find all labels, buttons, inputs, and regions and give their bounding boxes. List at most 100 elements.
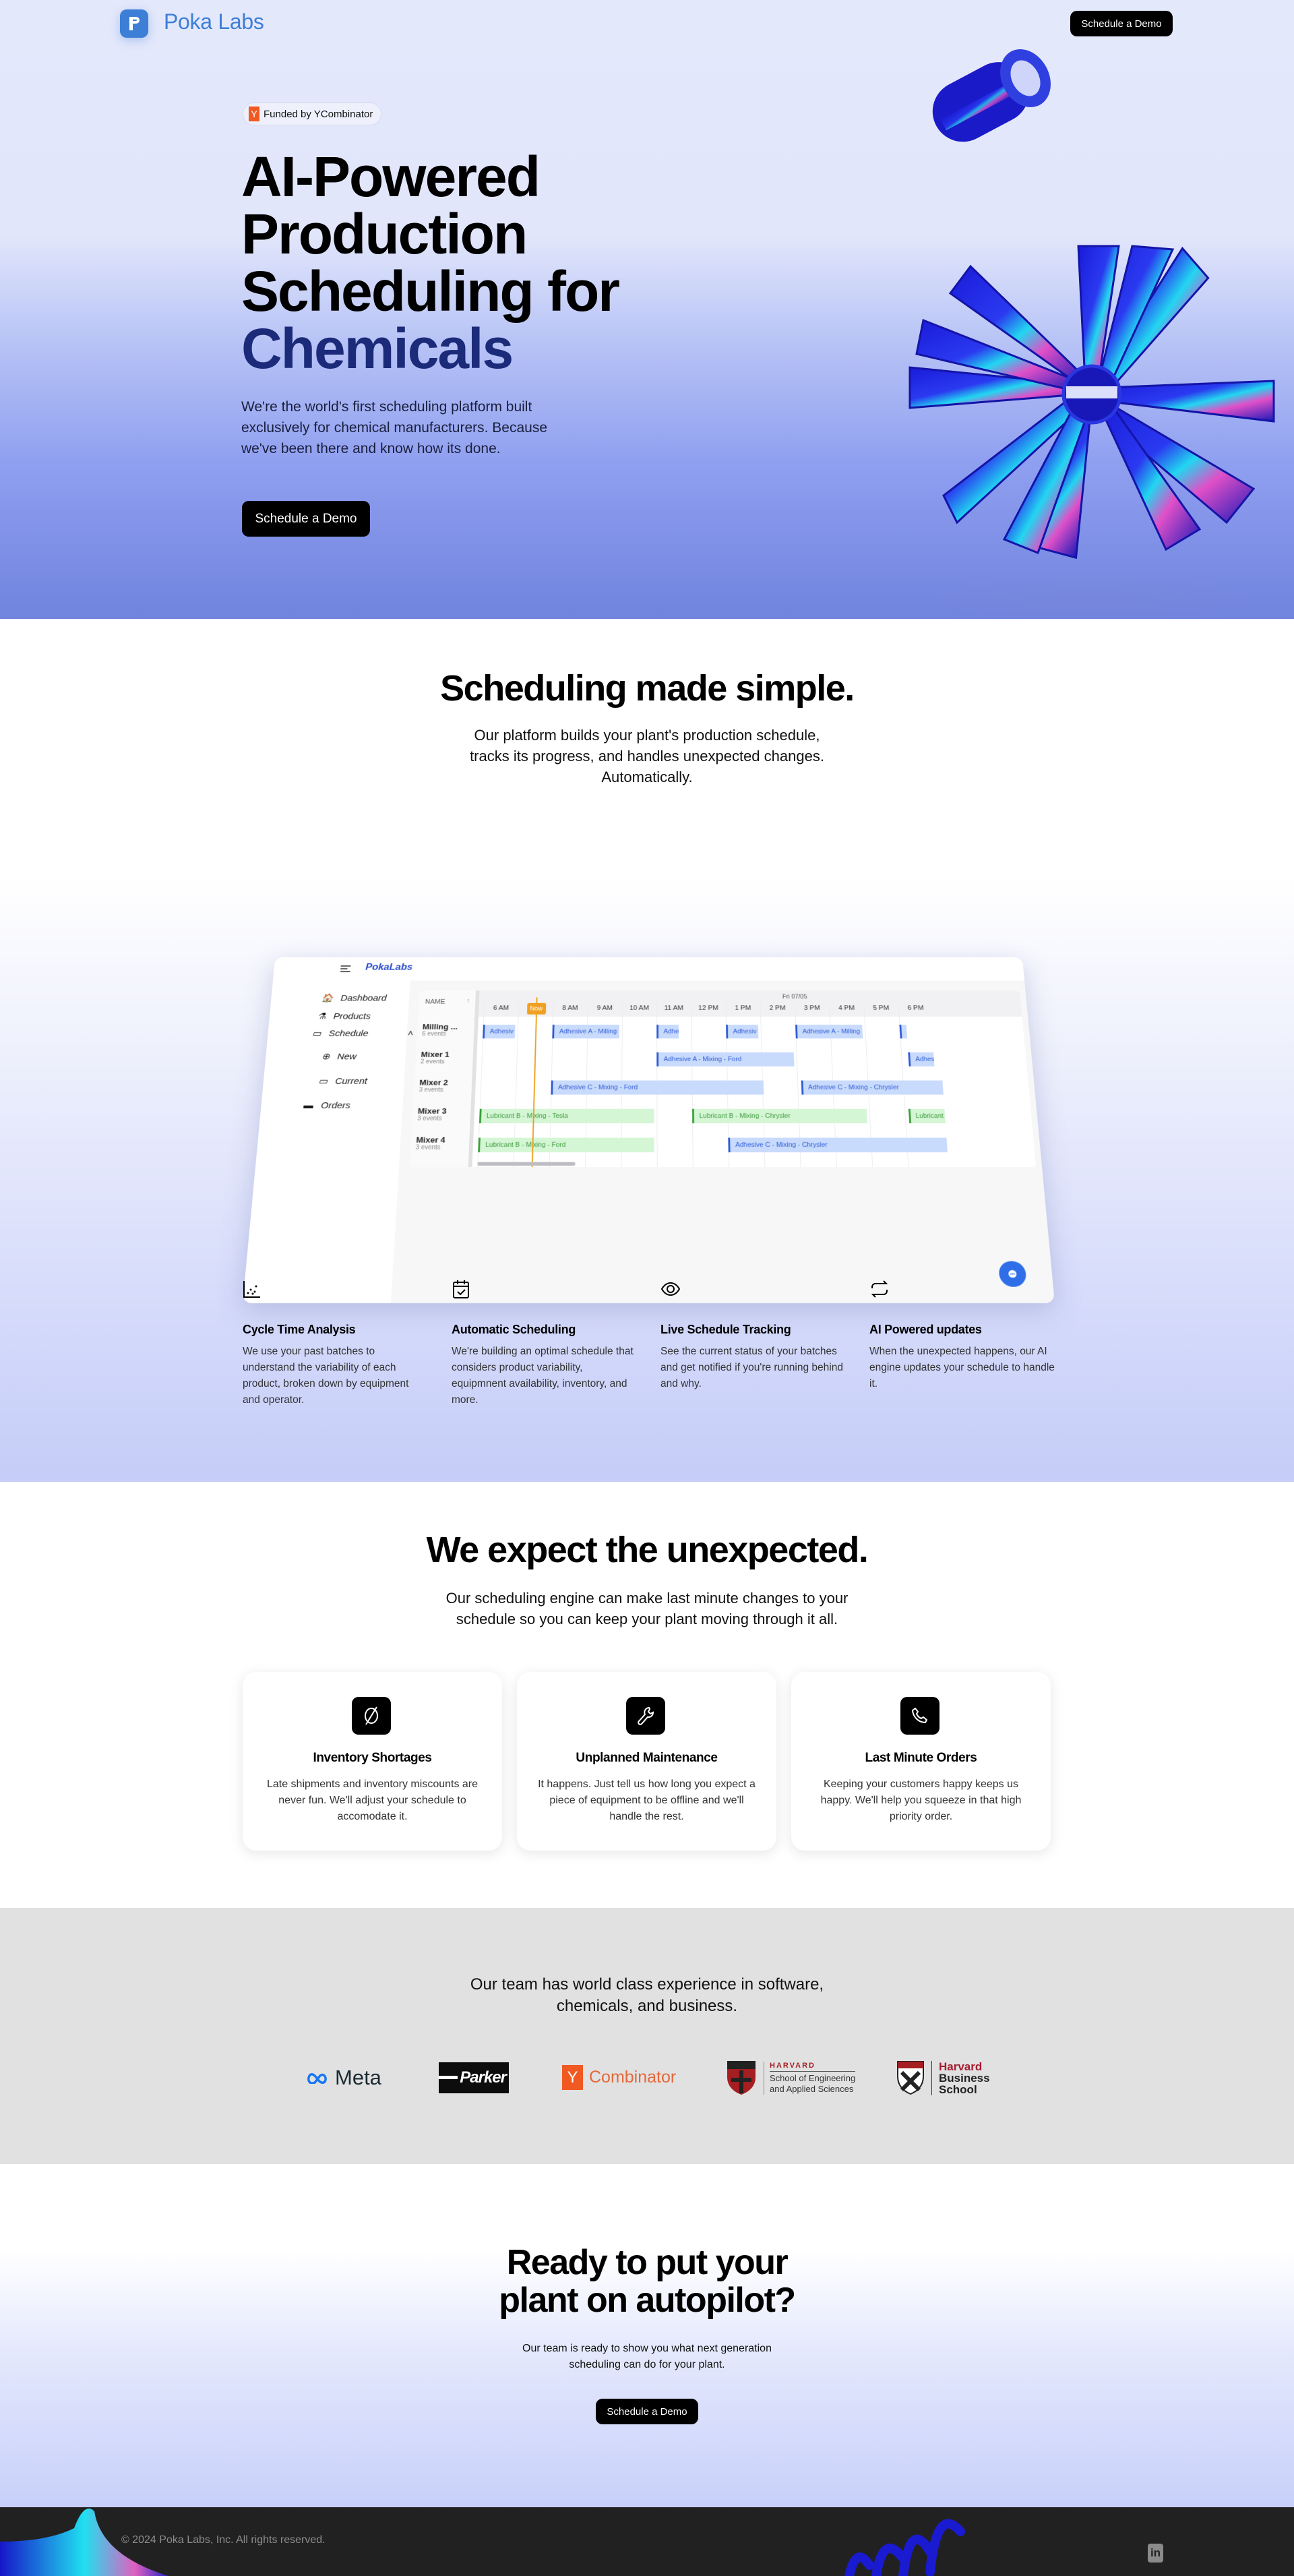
sidebar-item-dashboard[interactable]: 🏠 Dashboard [321,993,387,1003]
resource-row-label[interactable]: Mixer 12 events [421,1050,450,1065]
cta-subtitle: Our team is ready to show you what next … [0,2341,1294,2373]
scheduling-subtitle: Our platform builds your plant's product… [0,725,1294,787]
footer-star-illustration [0,2508,168,2576]
hour-label: 5 PM [873,1005,890,1012]
parker-line [439,2076,458,2079]
calendar-icon: ▭ [311,1028,322,1039]
schedule-event-bar[interactable]: Lubricant B - Mixing - Ford [478,1137,654,1153]
schedule-event-bar[interactable]: Adhesiv [656,1024,679,1039]
sidebar-label: Current [334,1076,368,1086]
card-icon: ▬ [303,1100,314,1111]
sidebar-item-new[interactable]: ⊕ New [321,1051,357,1062]
meta-logo: Meta [307,2066,381,2090]
team-title-line: chemicals, and business. [556,1997,738,2015]
name-header[interactable]: NAME [425,998,445,1005]
schedule-event-bar[interactable]: Adhesiv [726,1024,759,1039]
schedule-event-bar[interactable]: Adhesive A - Milling [552,1024,619,1039]
team-title: Our team has world class experience in s… [0,1974,1294,2017]
schedule-event-bar[interactable] [899,1024,908,1039]
yc-icon: Y [562,2065,583,2090]
event-count: 3 events [419,1087,443,1094]
meta-logo-text: Meta [335,2066,381,2089]
sidebar-label: Orders [320,1100,351,1111]
brand-logo[interactable] [120,9,148,38]
cta-schedule-demo-button[interactable]: Schedule a Demo [596,2399,698,2424]
team-title-line: Our team has world class experience in s… [470,1975,824,1994]
card-title: Inventory Shortages [313,1751,432,1765]
sort-arrow-icon[interactable]: ↑ [466,997,470,1004]
cta-title: Ready to put your plant on autopilot? [0,2244,1294,2319]
card-text: Keeping your customers happy keeps us ha… [820,1778,1022,1822]
ycombinator-icon: Y [249,107,259,121]
feature-title: Cycle Time Analysis [243,1323,356,1336]
app-sidebar: 🏠 Dashboard ⚗ Products ▭ Schedule ˄ ⊕ New ▭ C… [243,980,414,1303]
parker-logo: Parker [439,2062,509,2093]
hero-title-line: AI-Powered [241,145,541,208]
calendar-check-icon [453,1280,469,1298]
gantt-chart: NAME ↑ Fri 07/05 6 AM7 AM8 AM9 AM10 AM11… [409,990,1037,1167]
event-count: 2 events [420,1058,445,1065]
flask-icon: ⚗ [317,1011,327,1021]
scatter-chart-icon [243,1281,260,1298]
cta-title-line: Ready to put your [506,2243,789,2282]
feature-text: When the unexpected happens, our AI engi… [869,1346,1055,1389]
poka-logo-icon [129,17,140,30]
ycombinator-logo: Y Combinator [562,2065,676,2090]
hero-schedule-demo-button[interactable]: Schedule a Demo [242,501,370,537]
event-count: 3 events [415,1144,441,1151]
schedule-event-bar[interactable]: Lubricant [908,1108,946,1124]
card-last-minute-orders: Last Minute Orders Keeping your customer… [791,1672,1051,1851]
schedule-event-bar[interactable]: Lubricant B - Mixing - Chrysler [691,1108,867,1124]
feature-text: See the current status of your batches a… [660,1346,843,1389]
resource-row-label[interactable]: Milling ... 6 events [422,1023,458,1038]
hour-label: 3 PM [803,1005,820,1012]
sidebar-item-products[interactable]: ⚗ Products [317,1011,371,1021]
sidebar-label: Schedule [328,1028,369,1038]
nav-schedule-demo-button[interactable]: Schedule a Demo [1070,11,1173,36]
subtitle-line: Our platform builds your plant's product… [474,727,820,744]
menu-icon[interactable] [340,965,351,973]
schedule-event-bar[interactable]: Adhesive C - Mixing - Chrysler [728,1137,948,1153]
feature-ai-updates: AI Powered updates When the unexpected h… [869,1278,1055,1392]
resource-row-label[interactable]: Mixer 23 events [419,1078,448,1094]
subtitle-line: Our team is ready to show you what next … [522,2343,772,2354]
sidebar-item-current[interactable]: ▭ Current [318,1076,368,1086]
eye-icon [660,1282,681,1296]
schedule-event-bar[interactable]: Adhesive A - Mixing - Ford [656,1052,795,1067]
hour-label: 10 AM [629,1005,650,1012]
footer-spring-illustration [844,2519,965,2576]
feature-title: Automatic Scheduling [452,1323,576,1336]
horizontal-scrollbar[interactable] [477,1162,576,1166]
seas-text: HARVARD School of Engineering and Applie… [764,2061,856,2095]
feature-title: AI Powered updates [869,1323,982,1336]
subtitle-line: Our scheduling engine can make last minu… [445,1590,849,1607]
feature-text: We're building an optimal schedule that … [452,1346,634,1406]
fan-shape [908,245,1275,560]
gantt-date: Fri 07/05 [782,994,807,1000]
brand-name[interactable]: Poka Labs [164,9,264,34]
phone-icon [900,1697,939,1735]
unexpected-title: We expect the unexpected. [426,1530,869,1570]
schedule-event-bar[interactable]: Adhesive C - Mixing - Ford [551,1080,764,1095]
hour-label: 12 PM [698,1005,718,1012]
schedule-event-bar[interactable]: Lubricant B - Mixing - Tesla [479,1108,654,1124]
yc-logo-text: Combinator [589,2068,677,2087]
schedule-event-bar[interactable]: Adhesive [908,1052,935,1067]
seas-line: and Applied Sciences [770,2083,854,2094]
feature-cycle-time: Cycle Time Analysis We use your past bat… [243,1278,428,1408]
sidebar-label: New [336,1051,357,1062]
hbs-line: School [939,2083,977,2096]
schedule-event-bar[interactable]: Adhesive C - Mixing - Chrysler [801,1080,944,1095]
schedule-event-bar[interactable]: Adhesive A - Milling [795,1024,863,1039]
unexpected-subtitle: Our scheduling engine can make last minu… [0,1588,1294,1629]
sidebar-label: Dashboard [340,993,388,1003]
now-indicator-label: Now [526,1002,546,1015]
schedule-event-bar[interactable]: Adhesiv [483,1024,516,1039]
hour-label: 4 PM [838,1005,855,1012]
hero-title-line: Scheduling for [241,260,620,323]
linkedin-icon[interactable]: in [1148,2544,1163,2563]
sidebar-item-orders[interactable]: ▬ Orders [303,1100,351,1110]
resource-row-label[interactable]: Mixer 43 events [416,1135,445,1151]
sidebar-item-schedule[interactable]: ▭ Schedule ˄ [312,1028,414,1038]
resource-row-label[interactable]: Mixer 33 events [417,1106,447,1122]
